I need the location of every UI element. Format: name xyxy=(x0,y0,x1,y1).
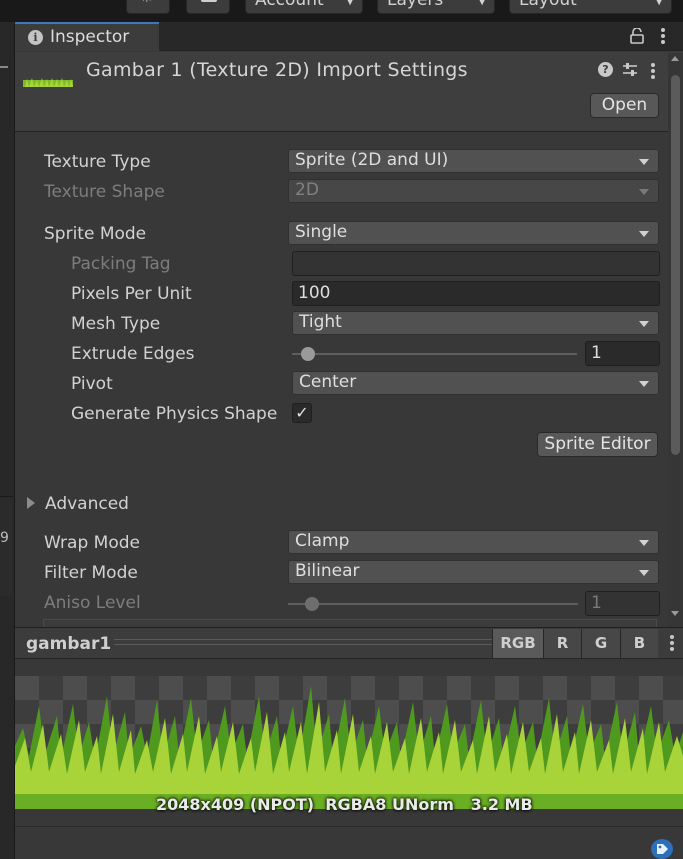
component-menu-icon[interactable] xyxy=(651,63,655,79)
asset-label-tag-icon[interactable] xyxy=(651,839,673,859)
chevron-down-icon xyxy=(639,189,649,195)
advanced-foldout[interactable]: Advanced xyxy=(27,494,129,514)
layout-dropdown[interactable]: Layout ▼ xyxy=(509,0,672,14)
extrude-edges-field[interactable]: 1 xyxy=(585,341,660,366)
tab-inspector[interactable]: i Inspector xyxy=(15,22,159,51)
texture-type-dropdown[interactable]: Sprite (2D and UI) xyxy=(288,149,659,173)
sprite-mode-dropdown[interactable]: Single xyxy=(288,221,659,245)
lock-icon[interactable] xyxy=(630,28,644,44)
channel-b-button[interactable]: B xyxy=(620,629,658,658)
mesh-type-label: Mesh Type xyxy=(71,314,161,334)
filter-mode-value: Bilinear xyxy=(295,561,360,581)
preview-menu-icon[interactable] xyxy=(670,635,674,651)
aniso-level-slider-track xyxy=(288,603,578,605)
foldout-arrow-icon xyxy=(27,497,35,509)
inspector-scrollbar[interactable] xyxy=(668,53,683,627)
pivot-label: Pivot xyxy=(71,374,113,394)
pivot-dropdown[interactable]: Center xyxy=(292,371,659,395)
mesh-type-dropdown[interactable]: Tight xyxy=(292,311,659,335)
chevron-down-icon xyxy=(639,381,649,387)
chevron-down-icon: ▼ xyxy=(478,0,486,7)
chevron-down-icon xyxy=(639,321,649,327)
packing-tag-field xyxy=(292,251,660,276)
texture-thumbnail xyxy=(23,78,73,87)
layout-label: Layout xyxy=(519,0,577,10)
toolbar-tool-button[interactable]: ✳ xyxy=(126,0,170,14)
import-settings-title: Gambar 1 (Texture 2D) Import Settings xyxy=(86,59,468,81)
channel-r-button[interactable]: R xyxy=(543,629,581,658)
preview-title: gambar1 xyxy=(26,634,112,654)
adjacent-pane: 9 xyxy=(0,22,14,859)
texture-info-label: 2048x409 (NPOT) RGBA8 UNorm 3.2 MB xyxy=(156,795,533,814)
generate-physics-shape-checkbox[interactable]: ✓ xyxy=(292,403,312,423)
help-icon[interactable]: ? xyxy=(598,62,613,77)
scroll-down-icon[interactable] xyxy=(671,611,679,616)
packing-tag-label: Packing Tag xyxy=(71,254,171,274)
asset-labels-bar xyxy=(15,826,683,859)
chevron-down-icon xyxy=(639,159,649,165)
gizmo-icon: ✳ xyxy=(141,0,153,7)
pixels-per-unit-field[interactable]: 100 xyxy=(292,281,660,306)
filter-mode-dropdown[interactable]: Bilinear xyxy=(288,560,659,584)
texture-shape-value: 2D xyxy=(295,180,319,200)
extrude-edges-slider-track[interactable] xyxy=(292,353,577,355)
inspector-window: i Inspector Gambar 1 (Texture 2D) Import… xyxy=(15,22,683,859)
preview-resize-grip[interactable] xyxy=(114,639,492,645)
pivot-value: Center xyxy=(299,372,357,392)
tag-icon xyxy=(657,844,668,854)
grass-texture-image xyxy=(15,686,683,809)
open-button[interactable]: Open xyxy=(590,93,659,118)
advanced-label: Advanced xyxy=(45,494,129,514)
filter-mode-label: Filter Mode xyxy=(44,563,138,583)
account-dropdown[interactable]: Account ▼ xyxy=(245,0,363,14)
chevron-down-icon: ▼ xyxy=(655,0,663,7)
tab-label: Inspector xyxy=(50,27,130,47)
scrollbar-thumb[interactable] xyxy=(671,75,680,455)
window-menu-icon[interactable] xyxy=(661,28,665,44)
chevron-down-icon xyxy=(639,540,649,546)
texture-shape-dropdown: 2D xyxy=(288,179,659,203)
adjacent-pane-digit: 9 xyxy=(0,530,9,546)
wrap-mode-value: Clamp xyxy=(295,531,350,551)
wrap-mode-dropdown[interactable]: Clamp xyxy=(288,530,659,554)
texture-type-value: Sprite (2D and UI) xyxy=(295,150,449,170)
sprite-mode-value: Single xyxy=(295,222,348,242)
pixels-per-unit-label: Pixels Per Unit xyxy=(71,284,192,304)
wrap-mode-label: Wrap Mode xyxy=(44,533,140,553)
cloud-icon xyxy=(201,0,217,2)
tab-bar: i Inspector xyxy=(15,22,683,51)
sprite-editor-button[interactable]: Sprite Editor xyxy=(537,432,658,457)
main-toolbar: ✳ Account ▼ Layers ▼ Layout ▼ xyxy=(0,0,683,22)
scroll-up-icon[interactable] xyxy=(671,56,679,61)
layers-label: Layers xyxy=(387,0,444,10)
mesh-type-value: Tight xyxy=(299,312,342,332)
import-settings-content: Texture Type Sprite (2D and UI) Texture … xyxy=(15,133,668,627)
generate-physics-shape-label: Generate Physics Shape xyxy=(71,404,278,424)
preset-icon[interactable] xyxy=(622,62,638,78)
texture-preview: 2048x409 (NPOT) RGBA8 UNorm 3.2 MB xyxy=(15,660,683,826)
import-settings-header: Gambar 1 (Texture 2D) Import Settings ? … xyxy=(15,52,683,132)
chevron-down-icon xyxy=(639,570,649,576)
pane-mark xyxy=(0,66,8,68)
preview-toolbar: gambar1 RGB R G B xyxy=(15,627,683,659)
channel-rgb-button[interactable]: RGB xyxy=(492,629,543,658)
sprite-mode-label: Sprite Mode xyxy=(44,224,147,244)
chevron-down-icon xyxy=(639,231,649,237)
texture-shape-label: Texture Shape xyxy=(44,182,165,202)
aniso-level-label: Aniso Level xyxy=(44,593,141,613)
adjacent-pane-section xyxy=(0,496,13,596)
platform-tabs-strip[interactable] xyxy=(43,619,657,627)
aniso-level-slider-thumb xyxy=(305,597,319,611)
extrude-edges-label: Extrude Edges xyxy=(71,344,195,364)
layers-dropdown[interactable]: Layers ▼ xyxy=(377,0,495,14)
channel-g-button[interactable]: G xyxy=(581,629,620,658)
info-icon: i xyxy=(28,30,43,45)
toolbar-cloud-button[interactable] xyxy=(186,0,230,14)
account-label: Account xyxy=(255,0,324,10)
extrude-edges-slider-thumb[interactable] xyxy=(301,347,315,361)
aniso-level-field: 1 xyxy=(585,591,660,616)
texture-type-label: Texture Type xyxy=(44,152,151,172)
chevron-down-icon: ▼ xyxy=(346,0,354,7)
